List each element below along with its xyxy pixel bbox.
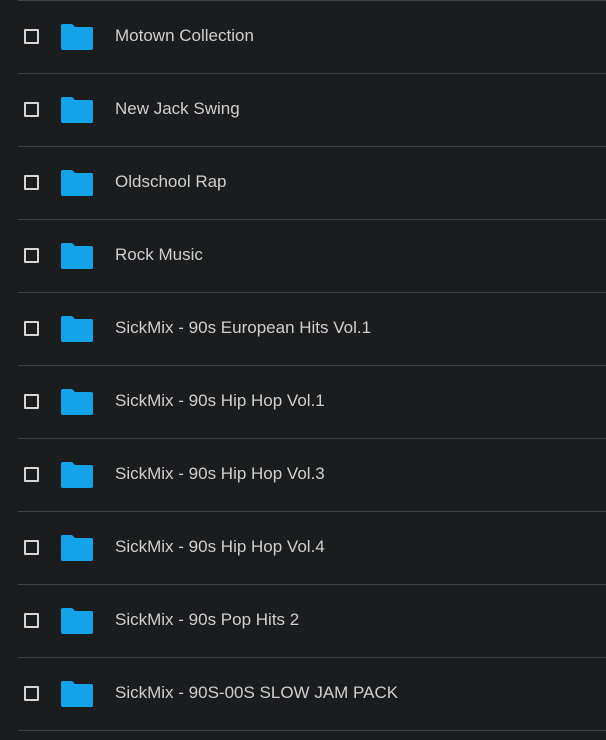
list-item[interactable]: SickMix - 90s Hip Hop Vol.1 [0,365,606,438]
folder-name[interactable]: SickMix - 90s Hip Hop Vol.1 [115,391,325,411]
folder-icon [61,535,93,561]
list-item[interactable]: SickMix - 90s European Hits Vol.1 [0,292,606,365]
folder-icon [61,243,93,269]
list-item[interactable]: SickMix - 90s Pop Hits 2 [0,584,606,657]
list-item[interactable]: New Jack Swing [0,73,606,146]
folder-name[interactable]: SickMix - 90S-00S SLOW JAM PACK [115,683,398,703]
row-checkbox[interactable] [24,321,39,336]
list-item[interactable]: SickMix - 90s Hip Hop Vol.4 [0,511,606,584]
list-item[interactable]: Oldschool Rap [0,146,606,219]
folder-name[interactable]: SickMix - 90s European Hits Vol.1 [115,318,371,338]
folder-name[interactable]: Rock Music [115,245,203,265]
folder-icon [61,681,93,707]
row-checkbox[interactable] [24,29,39,44]
folder-icon [61,170,93,196]
row-checkbox[interactable] [24,467,39,482]
row-checkbox[interactable] [24,686,39,701]
row-checkbox[interactable] [24,613,39,628]
row-checkbox[interactable] [24,175,39,190]
folder-icon [61,462,93,488]
folder-icon [61,97,93,123]
folder-icon [61,608,93,634]
folder-icon [61,316,93,342]
list-item[interactable]: SickMix - 90s Hip Hop Vol.3 [0,438,606,511]
folder-list: Motown Collection New Jack Swing Oldscho… [0,0,606,740]
folder-name[interactable]: SickMix - 90s Hip Hop Vol.3 [115,464,325,484]
list-item[interactable]: Rock Music [0,219,606,292]
row-checkbox[interactable] [24,248,39,263]
row-separator [18,730,606,731]
folder-name[interactable]: Motown Collection [115,26,254,46]
folder-icon [61,389,93,415]
folder-name[interactable]: New Jack Swing [115,99,240,119]
list-item[interactable]: SickMix - 90S-00S SLOW JAM PACK [0,657,606,730]
folder-name[interactable]: SickMix - 90s Hip Hop Vol.4 [115,537,325,557]
folder-name[interactable]: SickMix - 90s Pop Hits 2 [115,610,299,630]
row-checkbox[interactable] [24,102,39,117]
row-checkbox[interactable] [24,540,39,555]
list-item[interactable]: Motown Collection [0,0,606,73]
folder-name[interactable]: Oldschool Rap [115,172,227,192]
row-checkbox[interactable] [24,394,39,409]
folder-icon [61,24,93,50]
